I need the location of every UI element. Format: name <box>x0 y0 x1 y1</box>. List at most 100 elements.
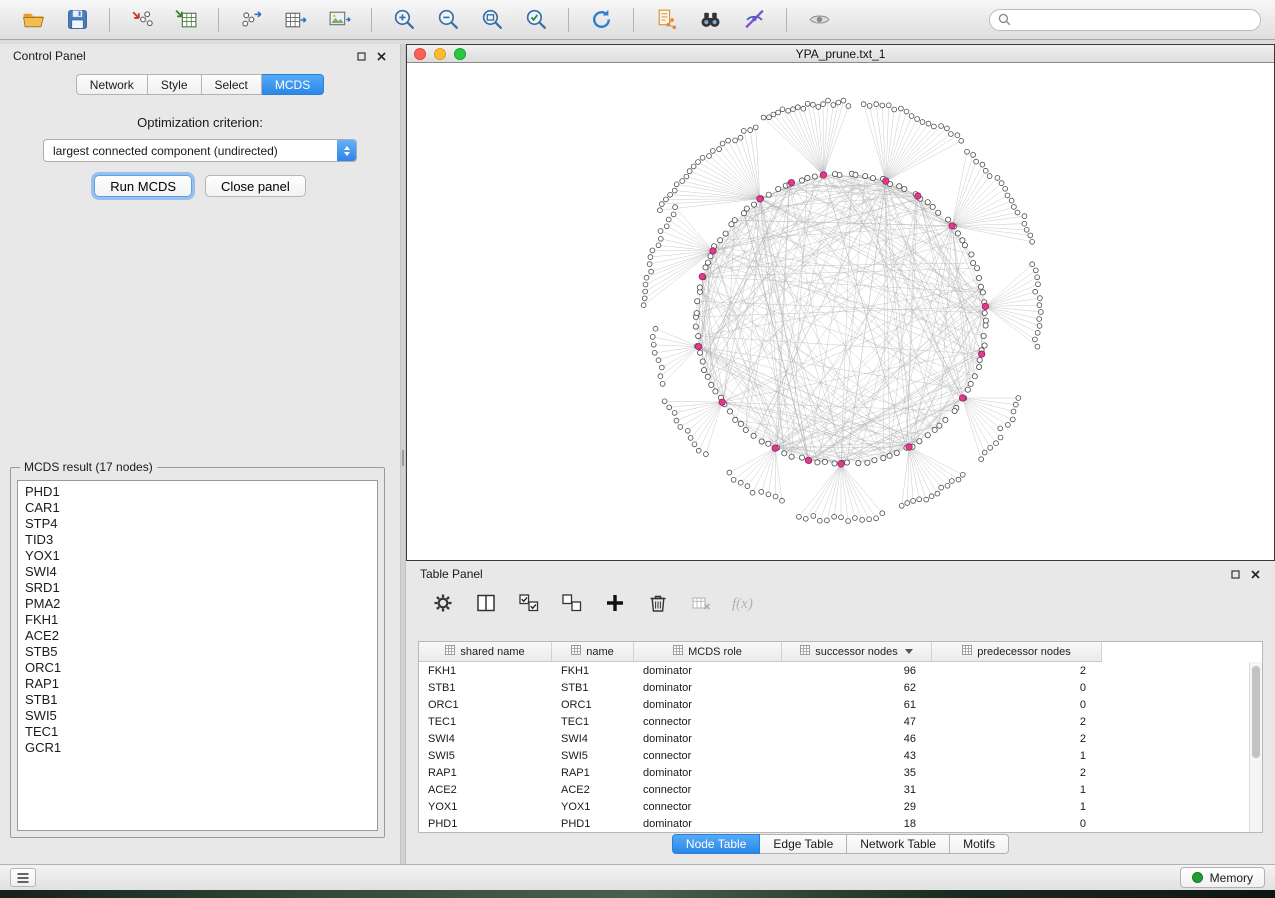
close-panel-icon[interactable] <box>376 51 387 62</box>
tab-edge-table[interactable]: Edge Table <box>760 834 847 854</box>
mcds-result-item[interactable]: STP4 <box>18 516 377 532</box>
table-row[interactable]: ORC1ORC1dominator610 <box>419 696 1262 713</box>
column-header-shared-name[interactable]: shared name <box>419 642 552 661</box>
mcds-result-item[interactable]: TEC1 <box>18 724 377 740</box>
search-input[interactable] <box>1017 12 1252 28</box>
zoom-in-button[interactable] <box>385 5 423 35</box>
deselect-all-button[interactable] <box>559 590 585 616</box>
table-row[interactable]: SWI4SWI4dominator462 <box>419 730 1262 747</box>
mcds-result-item[interactable]: ACE2 <box>18 628 377 644</box>
table-row[interactable]: ACE2ACE2connector311 <box>419 781 1262 798</box>
table-row[interactable]: PHD1PHD1dominator180 <box>419 815 1262 832</box>
table-cell: 43 <box>782 750 932 762</box>
table-row[interactable]: SWI5SWI5connector431 <box>419 747 1262 764</box>
sort-caret-icon[interactable] <box>905 649 913 654</box>
tab-mcds[interactable]: MCDS <box>262 74 324 95</box>
select-all-button[interactable] <box>516 590 542 616</box>
mcds-result-item[interactable]: STB1 <box>18 692 377 708</box>
mcds-result-item[interactable]: STB5 <box>18 644 377 660</box>
toggle-columns-button[interactable] <box>473 590 499 616</box>
window-minimize-icon[interactable] <box>434 48 446 60</box>
network-canvas[interactable] <box>407 63 1274 560</box>
scrollbar-thumb[interactable] <box>1252 666 1260 758</box>
table-row[interactable]: TEC1TEC1connector472 <box>419 713 1262 730</box>
optimization-criterion-label: Optimization criterion: <box>0 115 400 130</box>
column-header-name[interactable]: name <box>552 642 634 661</box>
optimization-criterion-select[interactable]: largest connected component (undirected) <box>43 139 357 162</box>
mcds-result-item[interactable]: FKH1 <box>18 612 377 628</box>
close-table-panel-icon[interactable] <box>1250 569 1261 580</box>
export-table-button[interactable] <box>276 5 314 35</box>
table-row[interactable]: FKH1FKH1dominator962 <box>419 662 1262 679</box>
network-graph[interactable] <box>407 63 1274 560</box>
zoom-fit-button[interactable] <box>473 5 511 35</box>
column-header-successor-nodes[interactable]: successor nodes <box>782 642 932 661</box>
tab-node-table[interactable]: Node Table <box>672 834 761 854</box>
tab-select[interactable]: Select <box>202 74 262 95</box>
search-box[interactable] <box>989 9 1261 31</box>
import-network-button[interactable] <box>123 5 161 35</box>
mcds-result-item[interactable]: PHD1 <box>18 484 377 500</box>
column-options-icon[interactable] <box>962 645 972 658</box>
table-cell: YOX1 <box>419 801 552 813</box>
tab-network-table[interactable]: Network Table <box>847 834 950 854</box>
task-history-button[interactable] <box>10 868 36 887</box>
column-options-icon[interactable] <box>673 645 683 658</box>
table-row[interactable]: YOX1YOX1connector291 <box>419 798 1262 815</box>
tab-motifs[interactable]: Motifs <box>950 834 1009 854</box>
table-cell: connector <box>634 716 782 728</box>
float-table-panel-icon[interactable] <box>1230 569 1241 580</box>
delete-column-button[interactable] <box>645 590 671 616</box>
add-column-button[interactable] <box>602 590 628 616</box>
mcds-result-item[interactable]: SRD1 <box>18 580 377 596</box>
save-button[interactable] <box>58 5 96 35</box>
tab-style[interactable]: Style <box>148 74 202 95</box>
tab-network[interactable]: Network <box>76 74 148 95</box>
close-panel-button[interactable]: Close panel <box>205 175 306 197</box>
window-close-icon[interactable] <box>414 48 426 60</box>
share-document-button[interactable] <box>647 5 685 35</box>
table-row[interactable]: STB1STB1dominator620 <box>419 679 1262 696</box>
mcds-result-item[interactable]: SWI4 <box>18 564 377 580</box>
open-folder-icon <box>21 7 46 32</box>
export-image-button[interactable] <box>320 5 358 35</box>
import-table-button[interactable] <box>167 5 205 35</box>
mcds-result-list[interactable]: PHD1CAR1STP4TID3YOX1SWI4SRD1PMA2FKH1ACE2… <box>17 480 378 831</box>
mcds-result-item[interactable]: PMA2 <box>18 596 377 612</box>
export-network-button[interactable] <box>232 5 270 35</box>
filter-icon <box>742 7 767 32</box>
window-maximize-icon[interactable] <box>454 48 466 60</box>
column-options-icon[interactable] <box>800 645 810 658</box>
column-options-icon[interactable] <box>445 645 455 658</box>
column-options-icon[interactable] <box>571 645 581 658</box>
mcds-result-item[interactable]: CAR1 <box>18 500 377 516</box>
table-row[interactable]: RAP1RAP1dominator352 <box>419 764 1262 781</box>
settings-gear-button[interactable] <box>430 590 456 616</box>
filter-button[interactable] <box>735 5 773 35</box>
binoculars-icon <box>698 7 723 32</box>
table-cell: 2 <box>932 716 1102 728</box>
open-folder-button[interactable] <box>14 5 52 35</box>
mcds-result-item[interactable]: SWI5 <box>18 708 377 724</box>
float-panel-icon[interactable] <box>356 51 367 62</box>
table-scrollbar[interactable] <box>1249 662 1262 832</box>
table-cell: 1 <box>932 784 1102 796</box>
run-mcds-button[interactable]: Run MCDS <box>94 175 192 197</box>
zoom-out-button[interactable] <box>429 5 467 35</box>
column-header-MCDS-role[interactable]: MCDS role <box>634 642 782 661</box>
mcds-result-item[interactable]: YOX1 <box>18 548 377 564</box>
refresh-button[interactable] <box>582 5 620 35</box>
toolbar-separator <box>568 8 569 32</box>
zoom-in-icon <box>392 7 417 32</box>
splitter-handle[interactable] <box>402 450 404 466</box>
mcds-result-item[interactable]: TID3 <box>18 532 377 548</box>
import-table-icon <box>174 7 199 32</box>
zoom-selected-button[interactable] <box>517 5 555 35</box>
mcds-result-item[interactable]: RAP1 <box>18 676 377 692</box>
show-hide-button[interactable] <box>800 5 838 35</box>
column-header-predecessor-nodes[interactable]: predecessor nodes <box>932 642 1102 661</box>
memory-button[interactable]: Memory <box>1180 867 1265 888</box>
mcds-result-item[interactable]: ORC1 <box>18 660 377 676</box>
mcds-result-item[interactable]: GCR1 <box>18 740 377 756</box>
binoculars-button[interactable] <box>691 5 729 35</box>
